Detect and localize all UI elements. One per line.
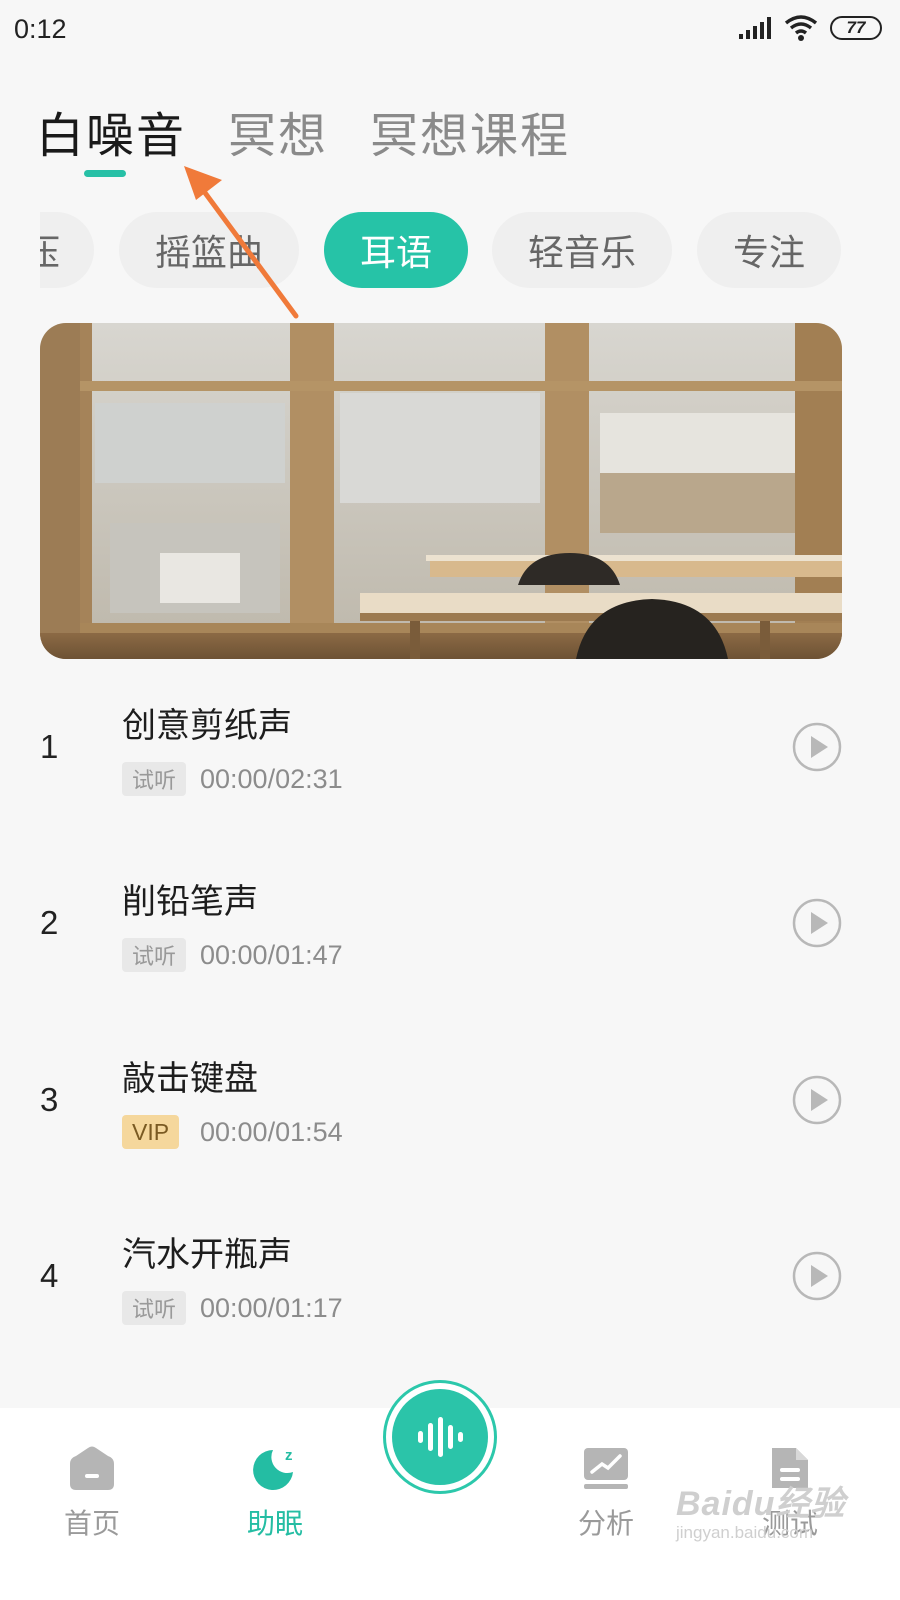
- watermark-main: Baidu经验: [676, 1485, 846, 1523]
- cafe-window-illustration: [40, 323, 842, 659]
- status-icons: 77: [738, 14, 882, 42]
- list-item[interactable]: 3 敲击键盘 VIP 00:00/01:54: [0, 1033, 900, 1183]
- category-chip-row[interactable]: 压 摇篮曲 耳语 轻音乐 专注: [40, 212, 860, 288]
- tab-meditation[interactable]: 冥想: [228, 96, 328, 166]
- annotation-arrow-icon: [184, 166, 299, 319]
- list-item[interactable]: 4 汽水开瓶声 试听 00:00/01:17: [0, 1209, 900, 1359]
- chip-label: 轻音乐: [527, 233, 636, 274]
- status-time: 0:12: [14, 14, 67, 44]
- svg-text:z: z: [285, 1447, 293, 1464]
- nav-label: 助眠: [246, 1507, 303, 1540]
- tab-white-noise[interactable]: 白噪音: [36, 96, 186, 166]
- signal-icon: [739, 17, 771, 39]
- trial-badge: 试听: [122, 1291, 187, 1325]
- chip-label: 耳语: [359, 233, 432, 274]
- track-number: 1: [40, 728, 59, 765]
- track-title: 削铅笔声: [122, 882, 258, 922]
- watermark-sub: jingyan.baidu.com: [676, 1523, 814, 1542]
- track-number: 3: [40, 1081, 59, 1118]
- analysis-icon: [584, 1448, 628, 1489]
- track-duration: 00:00/02:31: [200, 764, 343, 794]
- center-button-core: [392, 1389, 488, 1485]
- vip-badge: VIP: [122, 1115, 180, 1149]
- nav-analysis[interactable]: 分析: [546, 1444, 666, 1542]
- list-item[interactable]: 1 创意剪纸声 试听 00:00/02:31: [0, 680, 900, 830]
- track-title: 创意剪纸声: [122, 706, 292, 746]
- chip-whisper[interactable]: 耳语: [324, 212, 468, 288]
- track-title: 汽水开瓶声: [122, 1235, 292, 1275]
- chip-pressure[interactable]: 压: [40, 212, 94, 288]
- watermark: Baidu经验 jingyan.baidu.com: [676, 1476, 845, 1543]
- nav-home[interactable]: 首页: [32, 1444, 152, 1542]
- play-icon[interactable]: [792, 1251, 842, 1301]
- play-icon[interactable]: [792, 898, 842, 948]
- nav-sleep-aid[interactable]: z 助眠: [215, 1444, 335, 1542]
- chip-light-music[interactable]: 轻音乐: [492, 212, 672, 288]
- wifi-icon: [784, 15, 818, 41]
- battery-indicator: 77: [830, 16, 882, 40]
- trial-badge: 试听: [122, 938, 187, 972]
- home-icon: [70, 1446, 114, 1490]
- list-item[interactable]: 2 削铅笔声 试听 00:00/01:47: [0, 856, 900, 1006]
- moon-sleep-icon: z: [253, 1447, 293, 1490]
- active-tab-indicator: [84, 170, 126, 177]
- chip-label: 压: [40, 233, 60, 274]
- chip-focus[interactable]: 专注: [697, 212, 841, 288]
- play-icon[interactable]: [792, 1075, 842, 1125]
- track-title: 敲击键盘: [122, 1059, 258, 1099]
- nav-label: 首页: [63, 1507, 120, 1540]
- track-number: 4: [40, 1257, 59, 1294]
- chip-label: 专注: [732, 233, 805, 274]
- track-number: 2: [40, 904, 59, 941]
- tab-meditation-course[interactable]: 冥想课程: [370, 96, 570, 166]
- nav-label: 分析: [577, 1507, 634, 1540]
- track-duration: 00:00/01:54: [200, 1117, 343, 1147]
- main-tabs: 白噪音 冥想 冥想课程: [36, 96, 570, 166]
- play-icon[interactable]: [792, 722, 842, 772]
- track-duration: 00:00/01:17: [200, 1293, 343, 1323]
- track-duration: 00:00/01:47: [200, 940, 343, 970]
- center-play-button[interactable]: [383, 1380, 497, 1494]
- banner-image[interactable]: [40, 323, 842, 659]
- status-bar: 0:12 77: [0, 0, 900, 60]
- trial-badge: 试听: [122, 762, 187, 796]
- soundwave-icon: [418, 1417, 463, 1457]
